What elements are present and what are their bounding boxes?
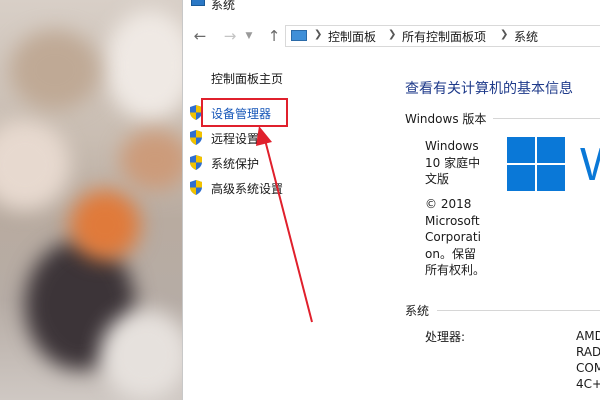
forward-arrow-icon[interactable]: → [221,26,239,46]
highlight-box [201,98,288,127]
processor-value: AMD RAD COM 4C+G [576,329,600,391]
shield-icon [190,180,202,195]
sidebar-item-label: 高级系统设置 [211,182,284,196]
section-divider [493,118,600,119]
windows-logo-text: W [580,136,600,196]
breadcrumb-system[interactable]: 系统 [514,28,538,45]
navigation-bar: ← → ▼ ↑ ❯ 控制面板 ❯ 所有控制面板项 ❯ 系统 [183,22,600,50]
breadcrumb-control-panel[interactable]: 控制面板 [328,28,376,45]
page-title: 查看有关计算机的基本信息 [405,81,573,97]
sidebar-item-label: 远程设置 [211,132,260,146]
back-arrow-icon[interactable]: ← [191,26,209,46]
system-section-heading: 系统 [405,304,430,318]
main-content: 查看有关计算机的基本信息 Windows 版本 Windows 10 家庭中文版… [403,60,600,400]
section-divider [437,310,600,311]
address-bar[interactable]: ❯ 控制面板 ❯ 所有控制面板项 ❯ 系统 [285,25,600,47]
sidebar-item-label: 系统保护 [211,157,260,171]
title-bar: 系统 [183,0,600,14]
computer-icon [191,0,205,6]
computer-icon [291,30,307,41]
breadcrumb-all-items[interactable]: 所有控制面板项 [402,28,486,45]
control-panel-home-link[interactable]: 控制面板主页 [211,70,283,87]
shield-icon [190,155,202,170]
system-window: 系统 ← → ▼ ↑ ❯ 控制面板 ❯ 所有控制面板项 ❯ 系统 控制面板主页 … [182,0,600,400]
windows-edition: Windows 10 家庭中文版 [425,139,481,186]
window-title: 系统 [211,0,236,12]
chevron-right-icon[interactable]: ❯ [314,29,322,40]
chevron-right-icon[interactable]: ❯ [500,29,508,40]
copyright-text: © 2018 Microsoft Corporation。保留所有权利。 [425,197,486,277]
up-arrow-icon[interactable]: ↑ [265,26,283,46]
shield-icon [190,130,202,145]
processor-label: 处理器: [425,330,466,344]
edition-section-heading: Windows 版本 [405,112,487,126]
background-photo [0,0,182,400]
windows-logo-icon [507,137,567,193]
chevron-down-icon[interactable]: ▼ [243,26,255,46]
chevron-right-icon[interactable]: ❯ [388,29,396,40]
